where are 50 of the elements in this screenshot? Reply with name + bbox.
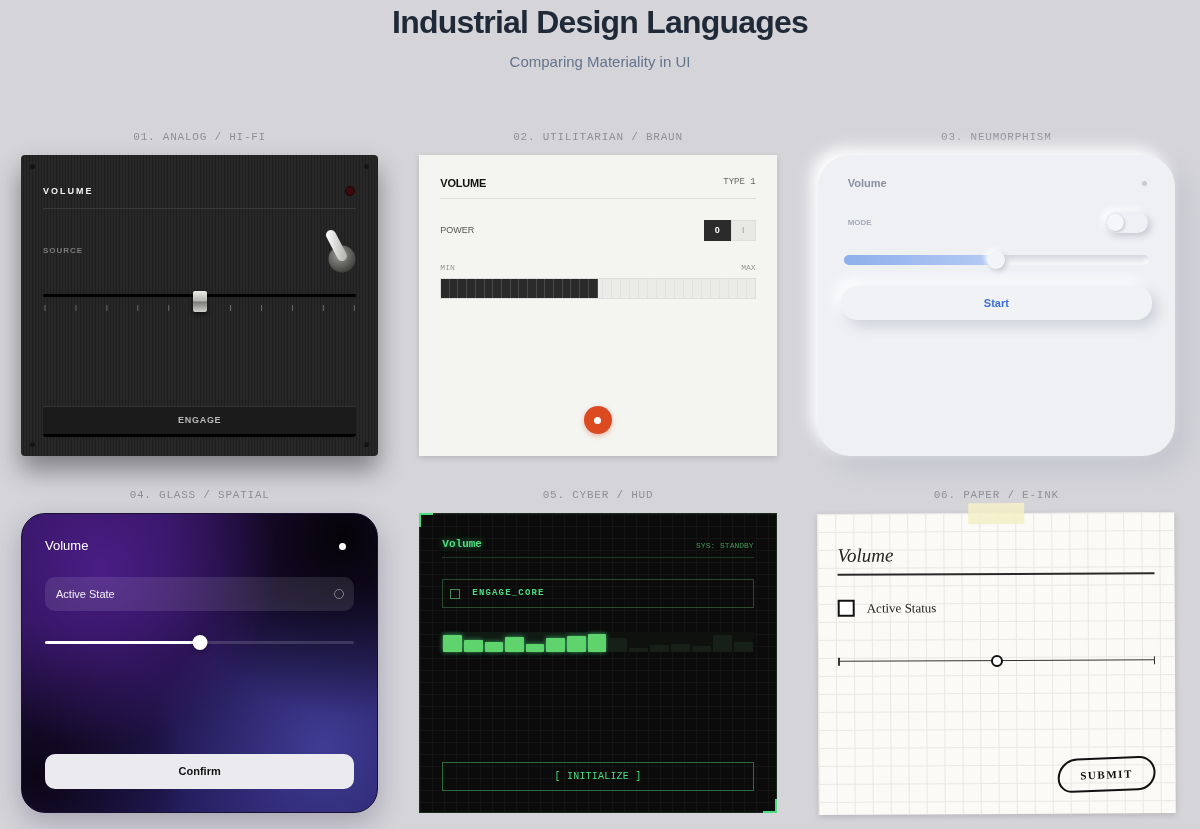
section-label: 01. ANALOG / HI-FI — [132, 130, 267, 144]
panel-title: Volume — [837, 543, 895, 568]
power-label: POWER — [440, 223, 475, 237]
toggle-switch[interactable] — [1105, 212, 1148, 233]
panel-title: VOLUME — [43, 185, 94, 197]
slider-thumb[interactable] — [192, 291, 207, 312]
corner-bracket-icon — [419, 513, 434, 527]
page-title: Industrial Design Languages — [392, 3, 808, 42]
section-label: 06. PAPER / E-INK — [932, 488, 1060, 502]
section-label: 04. GLASS / SPATIAL — [128, 488, 271, 502]
switch-label: SOURCE — [43, 246, 83, 256]
slider-thumb[interactable] — [192, 635, 208, 650]
record-button[interactable] — [584, 406, 612, 434]
checkbox-row[interactable]: ENGAGE_CORE — [442, 579, 754, 608]
page-subtitle: Comparing Materiality in UI — [509, 52, 691, 72]
mode-label: MODE — [847, 216, 872, 229]
status-label: SYS: STANDBY — [696, 540, 754, 552]
max-label: MAX — [741, 263, 756, 273]
meter-bar — [587, 634, 607, 652]
corner-bracket-icon — [762, 799, 777, 813]
min-label: MIN — [440, 263, 455, 273]
meter-bar — [463, 640, 483, 652]
tape-strip — [967, 502, 1024, 525]
power-option[interactable]: 0 — [703, 220, 731, 241]
slider-track[interactable] — [45, 635, 355, 650]
checkbox[interactable] — [837, 600, 855, 618]
slider-track[interactable] — [843, 251, 1149, 269]
panel-title: VOLUME — [440, 175, 487, 191]
panel-title: Volume — [442, 536, 482, 552]
slider-track[interactable] — [43, 291, 357, 312]
meter-bar — [567, 636, 586, 652]
submit-button[interactable]: SUBMIT — [1056, 755, 1157, 794]
panel-title: Volume — [847, 175, 887, 191]
checkbox[interactable] — [450, 588, 461, 599]
slider-thumb[interactable] — [987, 251, 1006, 269]
model-label: TYPE 1 — [723, 176, 756, 190]
panel-title: Volume — [45, 537, 89, 556]
section-label: 02. UTILITARIAN / BRAUN — [512, 130, 684, 144]
slider-track[interactable] — [837, 653, 1155, 668]
start-button[interactable]: Start — [840, 286, 1152, 320]
section-label: 05. CYBER / HUD — [541, 488, 655, 502]
option-toggle[interactable]: Active State — [45, 577, 355, 611]
meter-bar — [443, 635, 462, 652]
section-label: 03. NEUMORPHISM — [940, 130, 1053, 144]
slider-thumb[interactable] — [990, 654, 1003, 667]
confirm-button[interactable]: Confirm — [45, 754, 355, 789]
engage-button[interactable]: ENGAGE — [43, 406, 357, 437]
checkbox-label: Active Status — [866, 599, 937, 618]
level-meter[interactable] — [440, 278, 756, 299]
initialize-button[interactable]: [ INITIALIZE ] — [442, 762, 754, 791]
